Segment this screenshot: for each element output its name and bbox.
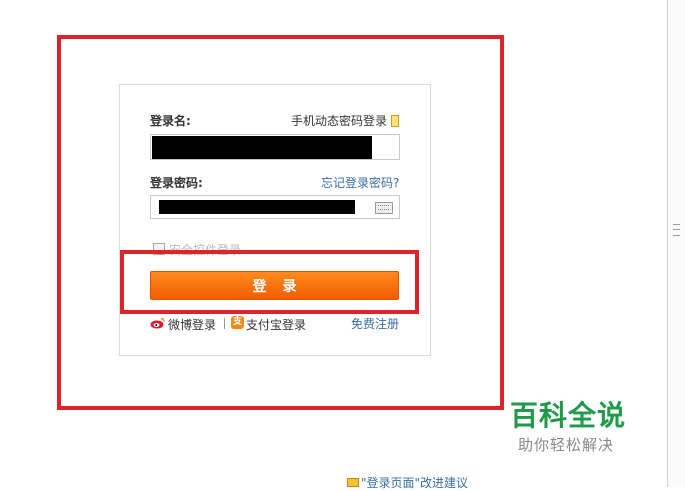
scrollbar-grip[interactable] xyxy=(673,224,680,236)
page-scrollbar[interactable] xyxy=(667,0,685,487)
feedback-icon xyxy=(347,478,359,487)
feedback-link[interactable]: "登录页面"改进建议 xyxy=(361,474,468,491)
watermark-subtitle: 助你轻松解决 xyxy=(518,436,615,454)
annotation-box-outer xyxy=(57,35,504,410)
annotation-box-button xyxy=(120,250,419,314)
watermark-title: 百科全说 xyxy=(510,399,627,432)
